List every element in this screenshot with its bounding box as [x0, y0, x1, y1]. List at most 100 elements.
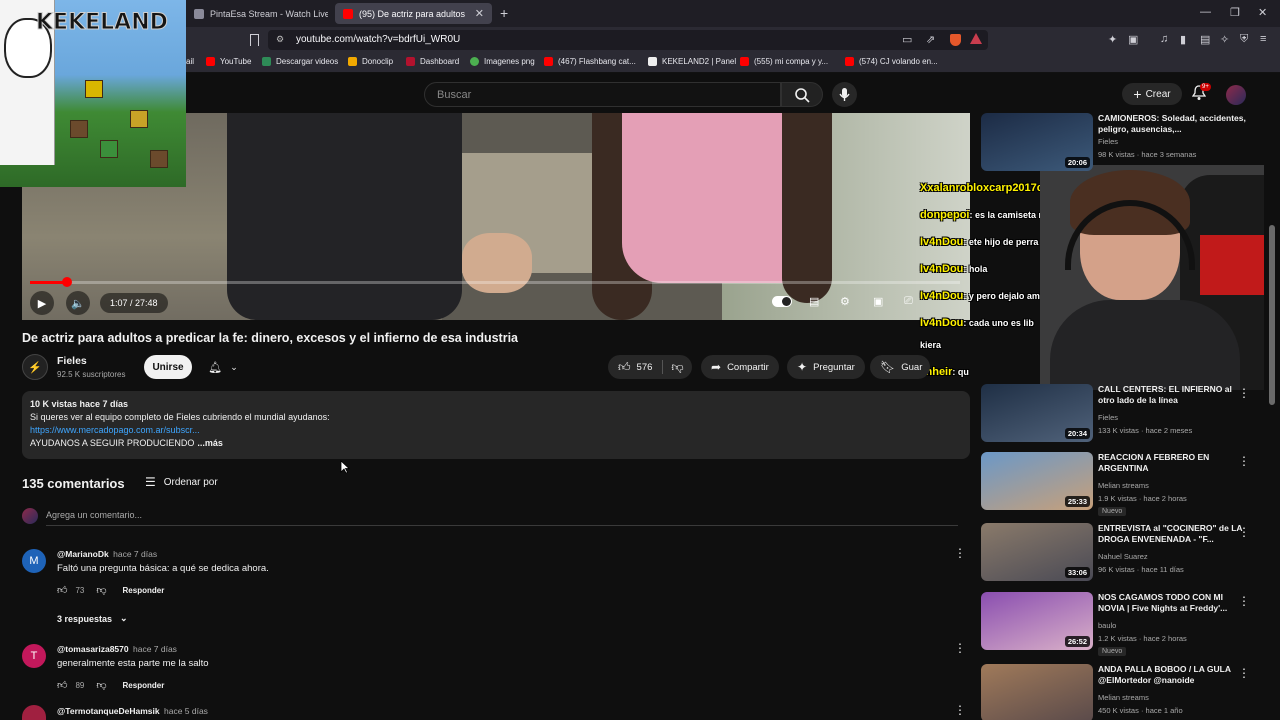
autoplay-toggle[interactable]	[772, 296, 792, 307]
account-avatar[interactable]	[1226, 85, 1246, 105]
menu-icon[interactable]: ≡	[1260, 33, 1266, 45]
tab-pintaesa[interactable]: PintaEsa Stream - Watch Live on	[186, 3, 336, 24]
video-more-icon[interactable]: ⋮	[1238, 594, 1250, 608]
cast-icon[interactable]: ⎚	[904, 295, 913, 308]
bookmark-kekeland-panel[interactable]: KEKELAND2 | Panel	[648, 57, 736, 66]
thumbs-down-icon[interactable]: 👎︎	[96, 584, 106, 596]
screenshot-icon[interactable]: ▣	[1128, 33, 1138, 46]
create-button[interactable]: + Crear	[1122, 83, 1182, 105]
bookmark-dashboard[interactable]: Dashboard	[406, 57, 459, 66]
thumbs-up-icon[interactable]: 👍︎	[57, 584, 67, 596]
video-title[interactable]: ENTREVISTA al "COCINERO" de LA DROGA ENV…	[1098, 523, 1246, 546]
commenter-avatar[interactable]: M	[22, 549, 46, 573]
comment-more-icon[interactable]: ⋮	[954, 703, 966, 717]
channel-name[interactable]: Fieles	[57, 355, 87, 367]
ask-button[interactable]: ✦ Preguntar	[787, 355, 865, 379]
wallet-icon[interactable]: ▤	[1200, 33, 1210, 46]
description-box[interactable]: 10 K vistas hace 7 días Si queres ver al…	[22, 391, 970, 459]
add-comment-input[interactable]: Agrega un comentario...	[46, 510, 958, 526]
video-thumbnail[interactable]: 26:52	[981, 592, 1093, 650]
reply-button[interactable]: Responder	[123, 681, 165, 690]
minimize-icon[interactable]: —	[1200, 6, 1211, 18]
video-title[interactable]: CALL CENTERS: EL INFIERNO al otro lado d…	[1098, 384, 1246, 407]
thumbs-up-icon[interactable]: 👍︎	[57, 679, 67, 691]
show-replies-button[interactable]: 3 respuestas ⌄	[57, 613, 128, 624]
extensions-icon[interactable]: ✦	[1108, 33, 1117, 46]
address-bar[interactable]: ⚙ youtube.com/watch?v=bdrfUi_WR0U	[268, 30, 988, 50]
video-thumbnail[interactable]: 25:33	[981, 452, 1093, 510]
recommended-video[interactable]: 20:34 CALL CENTERS: EL INFIERNO al otro …	[981, 384, 1271, 446]
bookmark-descargar-videos[interactable]: Descargar videos	[262, 57, 338, 66]
voice-search-button[interactable]	[832, 82, 857, 107]
bookmark-mi-compa[interactable]: (555) mi compa y y...	[740, 57, 828, 66]
bookmark-cj-volando[interactable]: (574) CJ volando en...	[845, 57, 938, 66]
sort-comments-button[interactable]: ☰ Ordenar por	[145, 475, 218, 489]
bookmark-mail[interactable]: ail	[186, 57, 194, 66]
site-info-icon[interactable]: ⚙	[276, 34, 287, 45]
media-icon[interactable]: ♫	[1160, 33, 1168, 45]
join-button[interactable]: Unirse	[144, 355, 192, 379]
tab-youtube-video[interactable]: (95) De actriz para adultos a pre ✕	[335, 3, 492, 24]
video-thumbnail[interactable]: 20:34	[981, 384, 1093, 442]
recommended-video[interactable]: 33:06 ENTREVISTA al "COCINERO" de LA DRO…	[981, 523, 1271, 585]
video-title[interactable]: ANDA PALLA BOBOO / LA GULA @ElMortedor @…	[1098, 664, 1246, 687]
brave-shields-icon[interactable]	[950, 34, 961, 46]
close-window-icon[interactable]: ✕	[1258, 6, 1267, 19]
bookmark-flashbang[interactable]: (467) Flashbang cat...	[544, 57, 636, 66]
video-more-icon[interactable]: ⋮	[1238, 666, 1250, 680]
video-title[interactable]: NOS CAGAMOS TODO CON MI NOVIA | Five Nig…	[1098, 592, 1246, 615]
thumbs-down-icon[interactable]: 👎︎	[96, 679, 106, 691]
channel-avatar[interactable]: ⚡	[22, 354, 48, 380]
notification-preferences-button[interactable]: 🔔︎ ⌄	[200, 355, 246, 379]
recommended-video[interactable]: 26:52 NOS CAGAMOS TODO CON MI NOVIA | Fi…	[981, 592, 1271, 656]
miniplayer-icon[interactable]: ▣	[873, 295, 883, 308]
leo-ai-icon[interactable]: ✧	[1220, 33, 1229, 46]
video-thumbnail[interactable]	[981, 664, 1093, 720]
like-button[interactable]: 👍︎ 576	[608, 360, 662, 375]
search-button[interactable]	[781, 82, 823, 107]
bookmark-imagenes-png[interactable]: Imagenes png	[470, 57, 535, 66]
video-title[interactable]: REACCION A FEBRERO EN ARGENTINA	[1098, 452, 1246, 475]
video-more-icon[interactable]: ⋮	[1238, 454, 1250, 468]
recommended-video[interactable]: 20:06 CAMIONEROS: Soledad, accidentes, p…	[981, 113, 1271, 175]
commenter-avatar[interactable]: T	[22, 644, 46, 668]
channel-name[interactable]: Fieles	[1098, 413, 1118, 422]
reply-button[interactable]: Responder	[123, 586, 165, 595]
mute-button[interactable]: 🔈	[66, 291, 90, 315]
install-app-icon[interactable]: ▭	[902, 33, 912, 46]
share-button[interactable]: ➦ Compartir	[701, 355, 779, 379]
video-title[interactable]: CAMIONEROS: Soledad, accidentes, peligro…	[1098, 113, 1246, 136]
page-scrollbar[interactable]	[1269, 225, 1275, 405]
bookmark-page-icon[interactable]	[250, 34, 259, 46]
video-more-icon[interactable]: ⋮	[1238, 386, 1250, 400]
commenter-avatar[interactable]	[22, 705, 46, 720]
show-more-button[interactable]: ...más	[197, 438, 223, 448]
video-more-icon[interactable]: ⋮	[1238, 525, 1250, 539]
video-progress-bar[interactable]	[30, 281, 960, 284]
channel-name[interactable]: Nahuel Suarez	[1098, 552, 1148, 561]
save-button[interactable]: 🔖︎ Guar	[870, 355, 930, 379]
subtitles-icon[interactable]: ▤	[809, 295, 819, 308]
description-link[interactable]: https://www.mercadopago.com.ar/subscr...	[30, 425, 200, 435]
vpn-icon[interactable]: ⛨	[1240, 33, 1248, 46]
maximize-icon[interactable]: ❐	[1230, 6, 1240, 19]
sidebar-icon[interactable]: ▮	[1180, 33, 1186, 46]
comment-author[interactable]: @tomasariza8570 hace 7 días	[57, 644, 177, 654]
dislike-button[interactable]: 👎︎	[663, 360, 691, 375]
new-tab-button[interactable]: +	[500, 5, 508, 21]
comment-author[interactable]: @MarianoDk hace 7 días	[57, 549, 157, 559]
play-button[interactable]: ▶	[30, 291, 54, 315]
comment-more-icon[interactable]: ⋮	[954, 641, 966, 655]
channel-name[interactable]: Fieles	[1098, 137, 1118, 146]
bookmark-youtube[interactable]: YouTube	[206, 57, 251, 66]
video-thumbnail[interactable]: 20:06	[981, 113, 1093, 171]
comment-author[interactable]: @TermotanqueDeHamsik hace 5 días	[57, 706, 208, 716]
recommended-video[interactable]: 25:33 REACCION A FEBRERO EN ARGENTINA Me…	[981, 452, 1271, 516]
recommended-video[interactable]: ANDA PALLA BOBOO / LA GULA @ElMortedor @…	[981, 664, 1271, 720]
close-tab-icon[interactable]: ✕	[475, 7, 484, 20]
brave-rewards-icon[interactable]	[970, 33, 982, 44]
comment-more-icon[interactable]: ⋮	[954, 546, 966, 560]
channel-name[interactable]: Melian streams	[1098, 481, 1149, 490]
bookmark-donoclip[interactable]: Donoclip	[348, 57, 393, 66]
search-input[interactable]: Buscar	[424, 82, 781, 107]
